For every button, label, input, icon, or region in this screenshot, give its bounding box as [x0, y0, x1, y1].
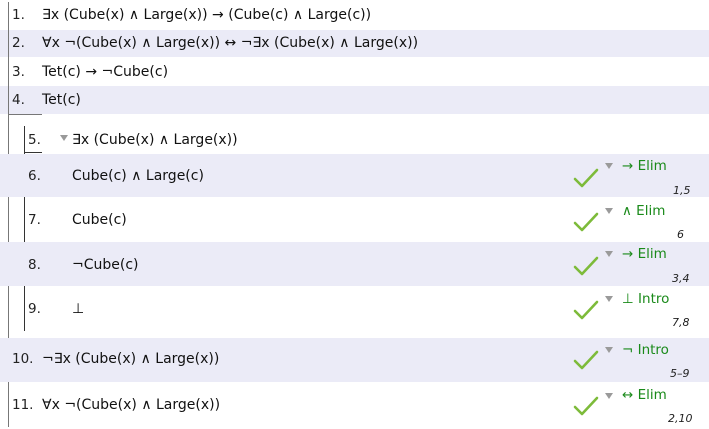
support-steps[interactable]: 5–9	[670, 367, 690, 380]
premise-row-4[interactable]: 4. Tet(c)	[0, 86, 709, 114]
support-steps[interactable]: 1,5	[673, 184, 691, 197]
line-number: 6.	[28, 168, 41, 184]
premise-row-2[interactable]: 2. ∀x ¬(Cube(x) ∧ Large(x)) ↔ ¬∃x (Cube(…	[0, 30, 709, 57]
check-icon	[573, 350, 599, 370]
step-formula[interactable]: ¬Cube(c)	[72, 257, 139, 273]
step-formula[interactable]: ∀x ¬(Cube(x) ∧ Large(x))	[42, 397, 220, 413]
step-formula[interactable]: Cube(c) ∧ Large(c)	[72, 168, 204, 184]
step-row-7[interactable]: 7. Cube(c) ∧ Elim 6	[0, 199, 709, 241]
line-number: 3.	[12, 64, 25, 80]
support-steps[interactable]: 6	[677, 228, 684, 241]
check-icon	[573, 396, 599, 416]
support-steps[interactable]: 2,10	[668, 412, 693, 425]
assumption-text: ∃x (Cube(x) ∧ Large(x))	[72, 132, 238, 148]
step-row-8[interactable]: 8. ¬Cube(c) → Elim 3,4	[0, 242, 709, 286]
step-row-6[interactable]: 6. Cube(c) ∧ Large(c) → Elim 1,5	[0, 154, 709, 197]
support-steps[interactable]: 7,8	[672, 316, 690, 329]
premise-formula[interactable]: ∃x (Cube(x) ∧ Large(x)) → (Cube(c) ∧ Lar…	[42, 7, 371, 23]
rule-label[interactable]: → Elim	[622, 246, 667, 262]
rule-dropdown-icon[interactable]	[605, 296, 613, 302]
rule-label[interactable]: ∧ Elim	[622, 203, 665, 219]
premise-row-3[interactable]: 3. Tet(c) → ¬Cube(c)	[0, 59, 709, 86]
line-number: 1.	[12, 7, 25, 23]
step-formula[interactable]: ¬∃x (Cube(x) ∧ Large(x))	[42, 351, 219, 367]
line-number: 5.	[28, 132, 41, 148]
premise-fitch-bar	[8, 114, 42, 115]
collapse-triangle-icon[interactable]	[60, 135, 68, 141]
line-number: 8.	[28, 257, 41, 273]
step-row-11[interactable]: 11. ∀x ¬(Cube(x) ∧ Large(x)) ↔ Elim 2,10	[0, 384, 709, 428]
rule-dropdown-icon[interactable]	[605, 251, 613, 257]
rule-dropdown-icon[interactable]	[605, 393, 613, 399]
step-formula[interactable]: ⊥	[72, 301, 84, 317]
line-number: 2.	[12, 35, 25, 51]
premise-formula[interactable]: Tet(c) → ¬Cube(c)	[42, 64, 168, 80]
support-steps[interactable]: 3,4	[672, 272, 690, 285]
check-icon	[573, 168, 599, 188]
check-icon	[573, 212, 599, 232]
rule-label[interactable]: ⊥ Intro	[622, 291, 669, 307]
assumption-formula[interactable]: ∃x (Cube(x) ∧ Large(x))	[60, 132, 238, 148]
step-formula[interactable]: Cube(c)	[72, 212, 127, 228]
rule-dropdown-icon[interactable]	[605, 347, 613, 353]
line-number: 10.	[12, 351, 34, 367]
rule-dropdown-icon[interactable]	[605, 208, 613, 214]
premise-row-1[interactable]: 1. ∃x (Cube(x) ∧ Large(x)) → (Cube(c) ∧ …	[0, 2, 709, 28]
line-number: 4.	[12, 92, 25, 108]
check-icon	[573, 300, 599, 320]
step-row-10[interactable]: 10. ¬∃x (Cube(x) ∧ Large(x)) ¬ Intro 5–9	[0, 338, 709, 382]
line-number: 9.	[28, 301, 41, 317]
rule-label[interactable]: ↔ Elim	[622, 387, 667, 403]
rule-label[interactable]: → Elim	[622, 158, 667, 174]
assumption-row-5[interactable]: 5. ∃x (Cube(x) ∧ Large(x))	[0, 126, 709, 153]
line-number: 7.	[28, 212, 41, 228]
line-number: 11.	[12, 397, 34, 413]
check-icon	[573, 256, 599, 276]
rule-label[interactable]: ¬ Intro	[622, 342, 669, 358]
step-row-9[interactable]: 9. ⊥ ⊥ Intro 7,8	[0, 287, 709, 331]
premise-formula[interactable]: Tet(c)	[42, 92, 81, 108]
premise-formula[interactable]: ∀x ¬(Cube(x) ∧ Large(x)) ↔ ¬∃x (Cube(x) …	[42, 35, 418, 51]
rule-dropdown-icon[interactable]	[605, 163, 613, 169]
